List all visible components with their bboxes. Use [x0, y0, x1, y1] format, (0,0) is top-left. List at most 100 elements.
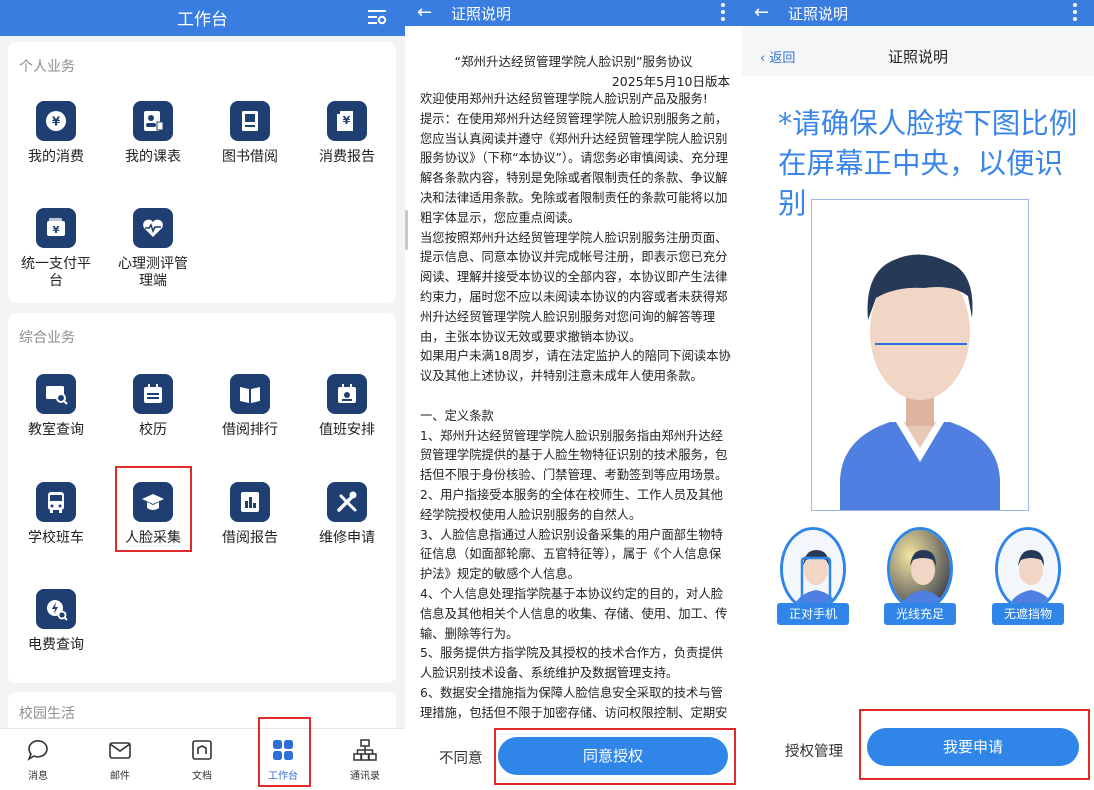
- agreement-body[interactable]: 欢迎使用郑州升达经贸管理学院人脸识别产品及服务! 提示：在使用郑州升达经贸管理学…: [420, 90, 732, 743]
- agreement-screen: ← 证照说明 “郑州升达经贸管理学院人脸识别”服务协议 2025年5月10日版本…: [405, 0, 742, 790]
- agreement-paragraph: 1、郑州升达经贸管理学院人脸识别服务指由郑州升达经贸管理学院提供的基于人脸生物特…: [420, 428, 728, 483]
- calendar-icon: [144, 384, 162, 403]
- tile-label: 心理测评管理端: [118, 256, 188, 289]
- document-icon: [192, 740, 212, 760]
- chat-icon: [27, 740, 48, 761]
- report-yen-icon: ¥: [337, 111, 353, 131]
- tile-label: 我的消费: [28, 149, 84, 165]
- more-vertical-icon[interactable]: [1072, 2, 1078, 22]
- highlight-tab-workbench: [258, 717, 311, 787]
- face-silhouette-icon: [840, 254, 1000, 510]
- general-business-card: 综合业务 教室查询 校历 借阅排行 值班安排 学校班车 人脸采集 借阅报告 维修…: [8, 313, 396, 683]
- tile-label: 电费查询: [28, 637, 84, 653]
- agreement-paragraph: 当您按照郑州升达经贸管理学院人脸识别服务注册页面、提示信息、同意本协议并完成帐号…: [420, 230, 728, 344]
- rule-label: 正对手机: [777, 603, 849, 625]
- tile-psych-assessment[interactable]: 心理测评管理端: [105, 208, 201, 290]
- tile-my-schedule[interactable]: 我的课表: [105, 101, 201, 166]
- agreement-paragraph: 提示：在使用郑州升达经贸管理学院人脸识别服务之前，您应当认真阅读并遵守《郑州升达…: [420, 111, 728, 225]
- section-title: 个人业务: [19, 59, 75, 75]
- agreement-paragraph: 4、个人信息处理指学院基于本协议约定的目的，对人脸信息及其他相关个人信息的收集、…: [420, 586, 728, 641]
- back-arrow-icon[interactable]: ←: [754, 2, 769, 23]
- tile-label: 教室查询: [28, 422, 84, 438]
- tile-borrow-report[interactable]: 借阅报告: [202, 482, 298, 547]
- rule-good-lighting: 光线充足: [875, 527, 965, 625]
- rule-label: 无遮挡物: [992, 603, 1064, 625]
- tile-consumption-report[interactable]: ¥ 消费报告: [299, 101, 395, 166]
- agreement-date: 2025年5月10日版本: [611, 74, 730, 89]
- tile-label: 学校班车: [28, 530, 84, 546]
- tile-label: 我的课表: [125, 149, 181, 165]
- disagree-button[interactable]: 不同意: [439, 747, 483, 768]
- rule-label: 光线充足: [884, 603, 956, 625]
- mail-icon: [109, 742, 131, 759]
- tile-label: 值班安排: [319, 422, 375, 438]
- filter-settings-icon[interactable]: [367, 7, 387, 27]
- tile-unified-payment[interactable]: ¥ 统一支付平台: [8, 208, 104, 290]
- tile-book-borrow[interactable]: 图书借阅: [202, 101, 298, 166]
- tile-school-bus[interactable]: 学校班车: [8, 482, 104, 547]
- face-lighting-icon: [890, 530, 950, 608]
- agreement-paragraph: 欢迎使用郑州升达经贸管理学院人脸识别产品及服务!: [420, 92, 708, 106]
- section-title: 校园生活: [19, 706, 75, 722]
- tile-electricity-query[interactable]: 电费查询: [8, 589, 104, 654]
- face-clear-icon: [998, 530, 1058, 608]
- agreement-paragraph: 3、人脸信息指通过人脸识别设备采集的用户面部生物特征信息（如面部轮廓、五官特征等…: [420, 527, 723, 582]
- photo-guide-screen: ← 证照说明 ‹ 返回 证照说明 *请确保人脸按下图比例 在屏幕正中央，以便识别: [742, 0, 1094, 790]
- tab-messages[interactable]: 消息: [8, 737, 68, 782]
- wallet-yen-icon: ¥: [46, 111, 66, 131]
- tile-classroom-query[interactable]: 教室查询: [8, 374, 104, 439]
- tile-label: 维修申请: [319, 530, 375, 546]
- agreement-paragraph: 2、用户指接受本服务的全体在校师生、工作人员及其他经学院授权使用人脸识别服务的自…: [420, 487, 723, 522]
- back-arrow-icon[interactable]: ←: [417, 2, 432, 23]
- tile-repair-request[interactable]: 维修申请: [299, 482, 395, 547]
- tile-label: 借阅排行: [222, 422, 278, 438]
- sub-header: ‹ 返回 证照说明: [742, 26, 1094, 76]
- rule-no-obstruction: 无遮挡物: [983, 527, 1073, 625]
- agreement-title: “郑州升达经贸管理学院人脸识别”服务协议: [454, 54, 693, 69]
- tile-my-consumption[interactable]: ¥ 我的消费: [8, 101, 104, 166]
- book-icon: [242, 111, 258, 131]
- sub-header-title: 证照说明: [887, 48, 948, 66]
- open-book-icon: [240, 387, 260, 403]
- highlight-apply-button: [859, 709, 1090, 780]
- tile-label: 消费报告: [319, 149, 375, 165]
- payment-card-icon: ¥: [47, 218, 65, 236]
- app-bar: ← 证照说明: [405, 0, 742, 26]
- tile-borrow-ranking[interactable]: 借阅排行: [202, 374, 298, 439]
- tile-label: 借阅报告: [222, 530, 278, 546]
- svg-text:¥: ¥: [53, 225, 60, 236]
- tile-label: 图书借阅: [222, 149, 278, 165]
- tile-duty-schedule[interactable]: 值班安排: [299, 374, 395, 439]
- svg-text:¥: ¥: [52, 115, 61, 129]
- face-phone-icon: [783, 530, 843, 608]
- tile-school-calendar[interactable]: 校历: [105, 374, 201, 439]
- tile-label: 校历: [139, 422, 167, 438]
- tab-documents[interactable]: 文档: [172, 737, 232, 782]
- classroom-search-icon: [46, 386, 68, 405]
- bus-icon: [48, 492, 64, 513]
- tools-icon: [337, 491, 357, 512]
- highlight-face-capture: [115, 466, 192, 552]
- bar-report-icon: [241, 492, 259, 512]
- duty-calendar-icon: [338, 384, 356, 403]
- workbench-header: 工作台: [0, 0, 405, 36]
- org-chart-icon: [353, 739, 377, 761]
- workbench-screen: 工作台 个人业务 ¥ 我的消费 我的课表 图书借阅 ¥ 消费报告 ¥ 统一支付平: [0, 0, 405, 790]
- highlight-agree-button: [494, 728, 736, 785]
- auth-management-button[interactable]: 授权管理: [785, 740, 843, 761]
- app-bar-title: 证照说明: [451, 5, 512, 23]
- scrollbar[interactable]: [405, 210, 408, 250]
- schedule-icon: [144, 111, 164, 131]
- tab-contacts[interactable]: 通讯录: [335, 737, 395, 782]
- agreement-section-heading: 一、定义条款: [420, 408, 494, 423]
- face-frame-illustration: [811, 199, 1029, 511]
- more-vertical-icon[interactable]: [720, 2, 726, 22]
- heart-pulse-icon: [143, 219, 163, 237]
- app-bar-title: 证照说明: [788, 5, 849, 23]
- page-title: 工作台: [177, 10, 228, 30]
- personal-business-card: 个人业务 ¥ 我的消费 我的课表 图书借阅 ¥ 消费报告 ¥ 统一支付平台 心理…: [8, 42, 396, 303]
- agreement-paragraph: 5、服务提供方指学院及其授权的技术合作方，负责提供人脸识别技术设备、系统维护及数…: [420, 646, 723, 681]
- app-bar: ← 证照说明: [742, 0, 1094, 26]
- tab-mail[interactable]: 邮件: [90, 737, 150, 782]
